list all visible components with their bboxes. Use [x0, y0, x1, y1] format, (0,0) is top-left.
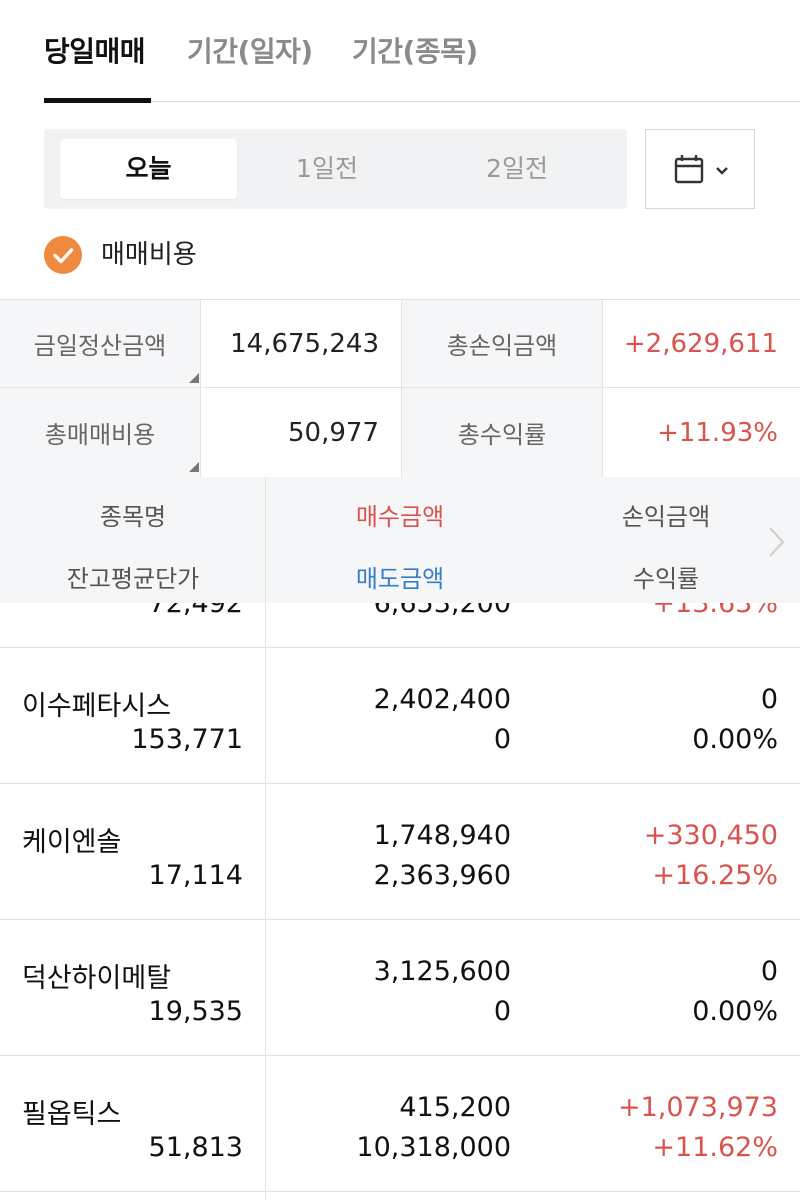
- tab-bar: 당일매매 기간(일자) 기간(종목): [0, 0, 800, 104]
- summary-col-divider: [602, 299, 603, 477]
- summary-top-border: [0, 299, 800, 300]
- settlement-label: 금일정산금액: [0, 299, 200, 388]
- tab-period-by-stock[interactable]: 기간(종목): [352, 30, 478, 70]
- active-tab-indicator: [44, 98, 151, 103]
- row-buy-amount: 415,200: [399, 1092, 511, 1123]
- row-buy-amount: 1,748,940: [373, 820, 511, 851]
- tab-period-by-date[interactable]: 기간(일자): [187, 30, 313, 70]
- col-header-name: 종목명: [99, 503, 167, 531]
- row-rate: +11.62%: [652, 1132, 778, 1163]
- total-fee-value: 50,977: [201, 388, 401, 477]
- summary-col-divider: [401, 299, 402, 477]
- row-sell-amount: 0: [493, 996, 511, 1027]
- tab-today-trades[interactable]: 당일매매: [44, 30, 146, 70]
- row-rate: 0.00%: [692, 724, 778, 755]
- total-pnl-label: 총손익금액: [402, 299, 602, 388]
- row-pnl: +1,073,973: [617, 1092, 778, 1123]
- table-row[interactable]: 필옵틱스 51,813 415,200 10,318,000 +1,073,97…: [0, 1056, 800, 1192]
- row-buy-amount: 2,402,400: [373, 684, 511, 715]
- calendar-button[interactable]: [645, 129, 755, 209]
- fee-checkbox-label[interactable]: 매매비용: [101, 236, 197, 274]
- row-buy-amount: 3,125,600: [373, 956, 511, 987]
- row-pnl: 0: [760, 684, 778, 715]
- col-header-pnl: 손익금액: [621, 503, 711, 531]
- total-pnl-value: +2,629,611: [603, 299, 800, 388]
- calendar-icon: [674, 155, 728, 184]
- row-stock-name: 케이엔솔: [22, 827, 122, 858]
- col-header-buy-amount: 매수금액: [355, 503, 445, 531]
- total-rate-value: +11.93%: [603, 388, 800, 477]
- tab-divider: [151, 101, 800, 102]
- row-sell-amount: 0: [493, 724, 511, 755]
- row-rate: +16.25%: [652, 860, 778, 891]
- row-avg-price: 153,771: [131, 724, 243, 755]
- row-stock-name: 필옵틱스: [22, 1099, 122, 1130]
- col-header-rate: 수익률: [632, 565, 700, 593]
- summary-grid: 금일정산금액 14,675,243 총손익금액 +2,629,611 총매매비용…: [0, 299, 800, 477]
- row-avg-price: 19,535: [148, 996, 243, 1027]
- settlement-info-marker[interactable]: [189, 373, 199, 383]
- summary-mid-border: [0, 387, 800, 388]
- row-pnl: 0: [760, 956, 778, 987]
- total-fee-label: 총매매비용: [0, 388, 200, 477]
- period-option-1day-ago[interactable]: 1일전: [237, 139, 417, 199]
- header-col-divider: [265, 477, 266, 603]
- row-stock-name: 덕산하이메탈: [22, 963, 172, 994]
- row-avg-price: 51,813: [148, 1132, 243, 1163]
- table-row[interactable]: 이수페타시스 153,771 2,402,400 0 0 0.00%: [0, 648, 800, 784]
- row-sell-amount: 2,363,960: [373, 860, 511, 891]
- table-row[interactable]: 덕산하이메탈 19,535 3,125,600 0 0 0.00%: [0, 920, 800, 1056]
- period-selector: 오늘 1일전 2일전: [44, 129, 627, 209]
- col-header-avg-price: 잔고평균단가: [66, 565, 200, 593]
- period-option-2days-ago[interactable]: 2일전: [427, 139, 607, 199]
- table-header: 종목명 매수금액 손익금액 잔고평균단가 매도금액 수익률: [0, 477, 800, 603]
- settlement-value: 14,675,243: [201, 299, 401, 388]
- table-col-divider: [265, 603, 266, 1200]
- fee-checkbox[interactable]: [44, 236, 82, 274]
- chevron-right-icon[interactable]: [766, 525, 788, 559]
- total-rate-label: 총수익률: [402, 388, 602, 477]
- chevron-down-icon: [716, 167, 728, 175]
- row-rate: 0.00%: [692, 996, 778, 1027]
- row-sell-amount: 10,318,000: [356, 1132, 511, 1163]
- table-row[interactable]: 케이엔솔 17,114 1,748,940 2,363,960 +330,450…: [0, 784, 800, 920]
- row-pnl: +330,450: [643, 820, 778, 851]
- summary-col-divider: [200, 299, 201, 477]
- period-option-today[interactable]: 오늘: [60, 139, 237, 199]
- col-header-sell-amount: 매도금액: [355, 565, 445, 593]
- row-avg-price: 17,114: [148, 860, 243, 891]
- fee-info-marker[interactable]: [189, 462, 199, 472]
- row-stock-name: 이수페타시스: [22, 691, 172, 722]
- check-icon: [53, 248, 74, 264]
